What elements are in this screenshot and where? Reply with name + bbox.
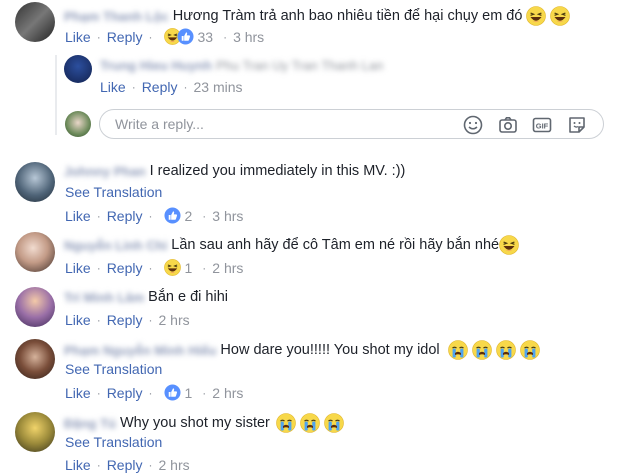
haha-reaction-icon [164, 259, 181, 276]
crying-emoji-icon [496, 340, 516, 360]
reply-link[interactable]: Reply [107, 29, 143, 45]
reply-link[interactable]: Reply [142, 79, 178, 95]
reply-link[interactable]: Reply [107, 312, 143, 328]
reply-thread-line [55, 55, 57, 135]
commenter-name[interactable]: Đặng Tú [64, 416, 116, 431]
like-link[interactable]: Like [65, 385, 91, 401]
comment-text: I realized you immediately in this MV. :… [149, 163, 406, 179]
reaction-count: 1 [184, 259, 193, 276]
reactions-badge[interactable]: 1 [164, 384, 196, 401]
reply-link[interactable]: Reply [107, 260, 143, 276]
like-reaction-icon [177, 28, 194, 45]
crying-emoji-icon [324, 413, 344, 433]
sticker-icon[interactable] [566, 114, 588, 136]
comment-text: How dare you!!!!! You shot my idol [220, 342, 440, 358]
haha-emoji-icon [550, 6, 570, 26]
current-user-avatar [65, 111, 91, 137]
avatar[interactable] [64, 55, 92, 83]
crying-emoji-icon [472, 340, 492, 360]
like-link[interactable]: Like [100, 79, 126, 95]
like-link[interactable]: Like [65, 312, 91, 328]
commenter-name[interactable]: Trung Hieu Huynh [100, 58, 212, 73]
comment-text: Lần sau anh hãy để cô Tâm em né rồi hãy … [171, 237, 500, 253]
emoji-icon[interactable] [462, 114, 484, 136]
like-link[interactable]: Like [65, 208, 91, 224]
comment-text: Hương Tràm trả anh bao nhiêu tiền để hại… [172, 8, 523, 24]
reactions-badge[interactable]: 33 [164, 28, 217, 45]
timestamp[interactable]: 2 hrs [212, 385, 243, 401]
see-translation-link[interactable]: See Translation [65, 361, 162, 377]
see-translation-link[interactable]: See Translation [65, 184, 162, 200]
commenter-name[interactable]: Trí Minh Lâm [64, 290, 144, 305]
reaction-count: 33 [197, 28, 214, 45]
like-reaction-icon [164, 207, 181, 224]
haha-emoji-icon [499, 235, 519, 255]
timestamp[interactable]: 2 hrs [158, 457, 189, 473]
timestamp[interactable]: 2 hrs [212, 260, 243, 276]
timestamp[interactable]: 3 hrs [233, 29, 264, 45]
avatar[interactable] [15, 232, 55, 272]
timestamp[interactable]: 23 mins [193, 79, 242, 95]
gif-icon[interactable]: GIF [531, 114, 553, 136]
reaction-count: 1 [184, 384, 193, 401]
reply-link[interactable]: Reply [107, 208, 143, 224]
comment-text: Bắn e đi hihi [148, 289, 228, 305]
camera-icon[interactable] [497, 114, 519, 136]
like-link[interactable]: Like [65, 29, 91, 45]
commenter-name[interactable]: Phạm Nguyễn Minh Hiếu [64, 343, 216, 358]
reactions-badge[interactable]: 1 [164, 259, 196, 276]
crying-emoji-icon [300, 413, 320, 433]
avatar[interactable] [15, 339, 55, 379]
avatar[interactable] [15, 2, 55, 42]
see-translation-link[interactable]: See Translation [65, 434, 162, 450]
commenter-name[interactable]: Phạm Thanh Lộc [64, 9, 169, 24]
comment-text: Why you shot my sister [120, 415, 270, 431]
reaction-count: 2 [184, 207, 193, 224]
timestamp[interactable]: 3 hrs [212, 208, 243, 224]
like-link[interactable]: Like [65, 260, 91, 276]
reply-input[interactable]: Write a reply... GIF [99, 109, 604, 139]
like-reaction-icon [164, 384, 181, 401]
crying-emoji-icon [520, 340, 540, 360]
svg-text:GIF: GIF [536, 122, 549, 131]
commenter-name[interactable]: Nguyễn Linh Chi [64, 238, 167, 253]
reply-text: Phu Tran Uy Tran Thanh Lan [215, 58, 384, 73]
reactions-badge[interactable]: 2 [164, 207, 196, 224]
avatar[interactable] [15, 287, 55, 327]
crying-emoji-icon [276, 413, 296, 433]
haha-emoji-icon [526, 6, 546, 26]
timestamp[interactable]: 2 hrs [158, 312, 189, 328]
crying-emoji-icon [448, 340, 468, 360]
commenter-name[interactable]: Johnny Phan [64, 164, 146, 179]
reply-link[interactable]: Reply [107, 385, 143, 401]
reply-link[interactable]: Reply [107, 457, 143, 473]
like-link[interactable]: Like [65, 457, 91, 473]
reply-placeholder: Write a reply... [115, 116, 204, 132]
avatar[interactable] [15, 412, 55, 452]
avatar[interactable] [15, 162, 55, 202]
